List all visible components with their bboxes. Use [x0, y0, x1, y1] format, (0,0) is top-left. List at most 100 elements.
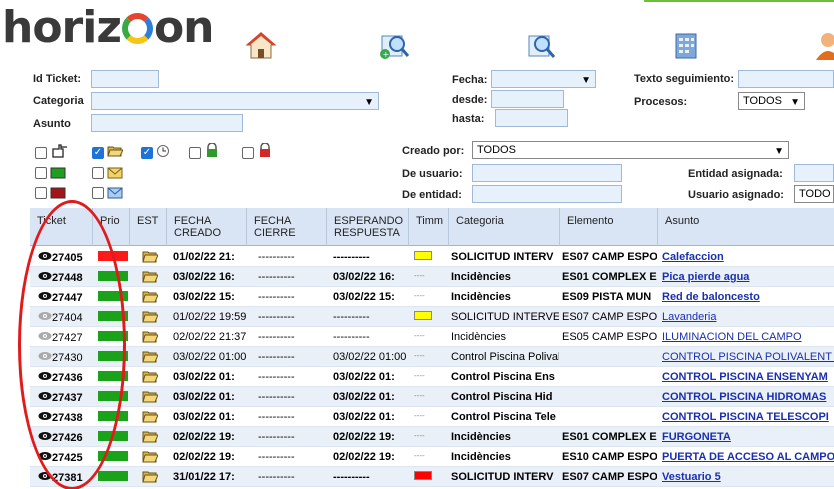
ticket-id[interactable]: 27448 [52, 272, 83, 284]
id-ticket-input[interactable] [91, 70, 159, 88]
filter-checkbox-red[interactable] [35, 187, 47, 199]
col-prio[interactable]: Prio [93, 208, 130, 246]
ticket-id[interactable]: 27405 [52, 252, 83, 264]
eye-icon[interactable] [38, 391, 52, 401]
open-folder-icon[interactable] [142, 470, 158, 483]
ticket-id[interactable]: 27447 [52, 292, 83, 304]
home-icon[interactable] [245, 30, 277, 60]
asunto-link[interactable]: Red de baloncesto [662, 291, 834, 303]
ticket-id[interactable]: 27425 [52, 452, 83, 464]
ticket-id[interactable]: 27404 [52, 312, 83, 324]
categoria-select[interactable]: ▼ [91, 92, 379, 110]
asunto-link[interactable]: FURGONETA [662, 431, 834, 443]
filter-checkbox-cancelled[interactable] [242, 147, 254, 159]
entidad-asignada-input[interactable] [794, 164, 834, 182]
new-ticket-icon[interactable]: + [378, 30, 410, 60]
open-folder-icon[interactable] [142, 290, 158, 303]
eye-icon[interactable] [38, 411, 52, 421]
eye-icon[interactable] [38, 471, 52, 481]
creado-por-select[interactable]: TODOS ▼ [472, 141, 789, 159]
asunto-link[interactable]: Vestuario 5 [662, 471, 834, 483]
open-folder-icon[interactable] [142, 350, 158, 363]
table-row[interactable]: 27430 03/02/22 01:00 ---------- 03/02/22 01… [30, 347, 834, 367]
open-folder-icon[interactable] [142, 370, 158, 383]
ticket-id[interactable]: 27381 [52, 472, 83, 484]
table-row[interactable]: 27448 03/02/22 16: ---------- 03/02/22 16: -… [30, 267, 834, 287]
col-asunto[interactable]: Asunto [658, 208, 834, 246]
open-folder-icon[interactable] [142, 410, 158, 423]
eye-icon[interactable] [38, 371, 52, 381]
asunto-link[interactable]: ILUMINACION DEL CAMPO [662, 331, 834, 343]
eye-icon[interactable] [38, 311, 52, 321]
filter-checkbox-green[interactable] [35, 167, 47, 179]
table-row[interactable]: 27436 03/02/22 01: ---------- 03/02/22 01: -… [30, 367, 834, 387]
open-folder-icon[interactable] [142, 450, 158, 463]
filter-checkbox-closed[interactable] [189, 147, 201, 159]
open-folder-icon[interactable] [142, 430, 158, 443]
asunto-link[interactable]: PUERTA DE ACCESO AL CAMPO [662, 451, 834, 463]
table-row[interactable]: 27405 01/02/22 21: ---------- ---------- SOL… [30, 247, 834, 267]
de-usuario-input[interactable] [472, 164, 622, 182]
open-folder-icon[interactable] [142, 270, 158, 283]
eye-icon[interactable] [38, 271, 52, 281]
open-folder-icon[interactable] [142, 330, 158, 343]
ticket-id[interactable]: 27426 [52, 432, 83, 444]
eye-icon[interactable] [38, 331, 52, 341]
table-row[interactable]: 27426 02/02/22 19: ---------- 02/02/22 19: -… [30, 427, 834, 447]
eye-icon[interactable] [38, 451, 52, 461]
asunto-link[interactable]: CONTROL PISCINA ENSENYAM [662, 371, 834, 383]
open-folder-icon[interactable] [142, 250, 158, 263]
ticket-id[interactable]: 27437 [52, 392, 83, 404]
procesos-select[interactable]: TODOS ▼ [738, 92, 805, 110]
usuario-asignado-select[interactable]: TODO [794, 185, 834, 203]
horizoon-logo[interactable]: horiz on [2, 2, 215, 53]
hasta-input[interactable] [495, 109, 568, 127]
col-fecha-creado[interactable]: FECHA CREADO [167, 208, 247, 246]
ticket-id[interactable]: 27438 [52, 412, 83, 424]
filter-checkbox-assigned[interactable] [35, 147, 47, 159]
user-icon[interactable] [812, 30, 834, 60]
ticket-id[interactable]: 27427 [52, 332, 83, 344]
col-ticket[interactable]: Ticket [30, 208, 93, 246]
col-timm[interactable]: Timm [409, 208, 449, 246]
asunto-link[interactable]: Lavanderia [662, 311, 834, 323]
eye-icon[interactable] [38, 291, 52, 301]
filter-checkbox-open[interactable]: ✓ [92, 147, 104, 159]
col-fecha-cierre[interactable]: FECHA CIERRE [247, 208, 327, 246]
table-row[interactable]: 27381 31/01/22 17: ---------- ---------- SOL… [30, 467, 834, 487]
asunto-link[interactable]: Pica pierde agua [662, 271, 834, 283]
table-row[interactable]: 27425 02/02/22 19: ---------- 02/02/22 19: -… [30, 447, 834, 467]
ticket-id[interactable]: 27430 [52, 352, 83, 364]
open-folder-icon[interactable] [142, 310, 158, 323]
table-row[interactable]: 27438 03/02/22 01: ---------- 03/02/22 01: -… [30, 407, 834, 427]
desde-input[interactable] [491, 90, 564, 108]
de-entidad-input[interactable] [472, 185, 622, 203]
table-row[interactable]: 27447 03/02/22 15: ---------- 03/02/22 15: -… [30, 287, 834, 307]
asunto-link[interactable]: CONTROL PISCINA HIDROMAS [662, 391, 834, 403]
fecha-cierre: ---------- [258, 391, 295, 403]
esperando-respuesta: ---------- [333, 471, 370, 483]
texto-seguimiento-input[interactable] [738, 70, 834, 88]
search-ticket-icon[interactable] [525, 30, 557, 60]
col-esperando-respuesta[interactable]: ESPERANDO RESPUESTA [327, 208, 409, 246]
col-elemento[interactable]: Elemento [560, 208, 658, 246]
open-folder-icon[interactable] [142, 390, 158, 403]
eye-icon[interactable] [38, 251, 52, 261]
table-row[interactable]: 27437 03/02/22 01: ---------- 03/02/22 01: -… [30, 387, 834, 407]
filter-checkbox-pending[interactable]: ✓ [141, 147, 153, 159]
filter-checkbox-blue-mail[interactable] [92, 187, 104, 199]
asunto-input[interactable] [91, 114, 243, 132]
table-row[interactable]: 27404 01/02/22 19:59 ---------- ---------- S… [30, 307, 834, 327]
asunto-link[interactable]: Calefaccion [662, 251, 834, 263]
eye-icon[interactable] [38, 431, 52, 441]
col-est[interactable]: EST [130, 208, 167, 246]
col-categoria[interactable]: Categoria [449, 208, 560, 246]
fecha-select[interactable]: ▼ [491, 70, 596, 88]
table-row[interactable]: 27427 02/02/22 21:37 ---------- ---------- -… [30, 327, 834, 347]
asunto-link[interactable]: CONTROL PISCINA TELESCOPI [662, 411, 834, 423]
asunto-link[interactable]: CONTROL PISCINA POLIVALENT 22 [662, 351, 834, 363]
ticket-id[interactable]: 27436 [52, 372, 83, 384]
eye-icon[interactable] [38, 351, 52, 361]
building-icon[interactable] [670, 30, 702, 60]
filter-checkbox-yellow-mail[interactable] [92, 167, 104, 179]
